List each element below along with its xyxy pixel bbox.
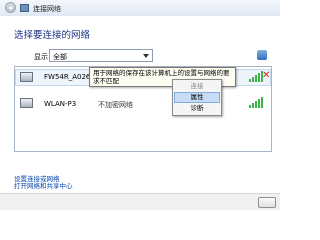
window-title: 连接网络	[33, 5, 61, 13]
network-sharing-center-link[interactable]: 打开网络和共享中心	[14, 180, 73, 190]
page-heading: 选择要连接的网络	[14, 30, 91, 41]
network-name: WLAN-P3	[44, 100, 77, 108]
menu-item-properties[interactable]: 属性	[174, 92, 220, 103]
chevron-down-icon	[143, 54, 149, 58]
filter-dropdown[interactable]: 全部	[49, 49, 153, 62]
computer-network-icon	[20, 72, 33, 82]
title-bar: 连接网络	[0, 0, 280, 16]
menu-item-connect[interactable]: 连接	[174, 81, 220, 92]
filter-value: 全部	[53, 53, 67, 61]
network-icon	[20, 4, 29, 12]
red-x-icon[interactable]: ✕	[262, 70, 270, 81]
refresh-icon[interactable]	[257, 50, 267, 60]
computer-network-icon	[20, 98, 33, 108]
footer-bar	[0, 193, 280, 210]
signal-strength-icon	[249, 96, 263, 108]
context-menu: 连接 属性 诊断	[172, 79, 222, 116]
filter-label: 显示	[34, 53, 48, 61]
footer-button[interactable]	[258, 197, 276, 208]
back-arrow-icon[interactable]	[5, 2, 16, 13]
network-status: 不加密网络	[98, 101, 133, 109]
signal-strength-icon	[249, 70, 263, 82]
menu-item-diagnose[interactable]: 诊断	[174, 103, 220, 114]
